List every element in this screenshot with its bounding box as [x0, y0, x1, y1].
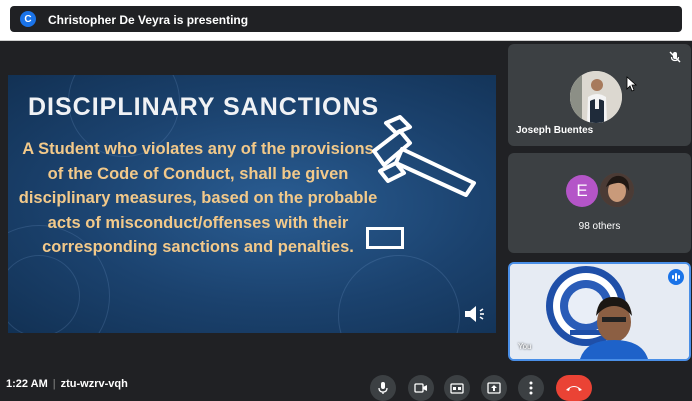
others-count: 98 others — [578, 221, 621, 232]
participant-name: Joseph Buentes — [516, 125, 594, 136]
gavel-block-icon — [366, 227, 404, 249]
camera-icon — [414, 383, 427, 393]
present-icon — [487, 382, 501, 394]
meeting-control-bar: 1:22 AM | ztu-wzrv-vqh — [0, 372, 692, 401]
meeting-time: 1:22 AM — [6, 378, 48, 390]
captions-icon — [450, 382, 464, 394]
slide-title: DISCIPLINARY SANCTIONS — [28, 93, 380, 121]
presenter-avatar: C — [20, 11, 36, 27]
separator: | — [52, 378, 56, 390]
participant-avatar — [570, 71, 622, 123]
more-options-button[interactable] — [518, 375, 544, 401]
participant-avatar-e: E — [566, 175, 598, 207]
end-call-icon — [566, 386, 582, 391]
gavel-icon — [372, 115, 476, 197]
self-video-feed — [510, 264, 689, 359]
presenter-label: Christopher De Veyra is presenting — [48, 13, 249, 27]
slide-body: A Student who violates any of the provis… — [18, 140, 378, 256]
slide-decor-ring — [338, 255, 460, 333]
presenter-banner: C Christopher De Veyra is presenting — [0, 0, 692, 41]
camera-button[interactable] — [408, 375, 434, 401]
presenter-banner-bar: C Christopher De Veyra is presenting — [10, 6, 682, 32]
speaker-icon — [465, 306, 484, 322]
self-video-tile[interactable]: You — [508, 262, 691, 361]
participant-tile-joseph[interactable]: Joseph Buentes — [508, 44, 691, 146]
mouse-cursor-icon — [626, 76, 638, 92]
mic-muted-icon — [669, 51, 681, 63]
participant-avatar-photo — [600, 173, 634, 207]
mic-icon — [378, 382, 388, 394]
presented-slide: DISCIPLINARY SANCTIONS A Student who vio… — [8, 75, 496, 333]
speaking-indicator-icon — [668, 269, 684, 285]
present-button[interactable] — [481, 375, 507, 401]
more-icon — [529, 381, 533, 395]
meeting-info: 1:22 AM | ztu-wzrv-vqh — [6, 378, 128, 390]
meeting-code[interactable]: ztu-wzrv-vqh — [61, 378, 128, 390]
participant-tile-others[interactable]: E 98 others — [508, 153, 691, 253]
captions-button[interactable] — [444, 375, 470, 401]
self-label: You — [518, 342, 532, 351]
mic-button[interactable] — [370, 375, 396, 401]
end-call-button[interactable] — [556, 375, 592, 401]
